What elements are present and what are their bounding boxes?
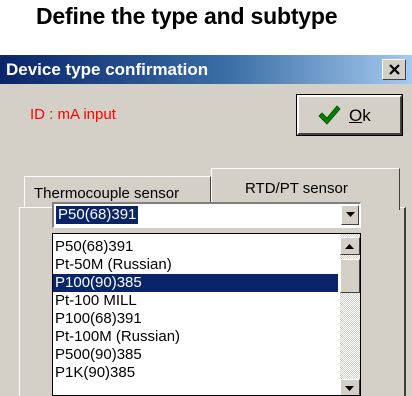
list-item[interactable]: Pt-100 MILL xyxy=(53,292,338,310)
scrollbar-thumb[interactable] xyxy=(340,259,360,293)
ok-button-label: Ok xyxy=(349,106,371,125)
ok-button[interactable]: Ok xyxy=(296,94,403,136)
tab-label: Thermocouple sensor xyxy=(34,185,180,202)
sensor-type-listbox[interactable]: P50(68)391 Pt-50M (Russian) P100(90)385 … xyxy=(52,233,361,396)
tab-label: RTD/PT sensor xyxy=(245,180,348,197)
chevron-down-icon xyxy=(346,212,355,217)
chevron-up-icon xyxy=(345,244,354,249)
scroll-down-button[interactable] xyxy=(340,379,360,395)
scroll-up-button[interactable] xyxy=(340,237,360,255)
list-item-selected[interactable]: P100(90)385 xyxy=(53,274,338,292)
list-item[interactable]: P100(68)391 xyxy=(53,310,338,328)
combobox-dropdown-button[interactable] xyxy=(341,205,359,225)
list-item[interactable]: P500(90)385 xyxy=(53,346,338,364)
sensor-type-combobox[interactable]: P50(68)391 xyxy=(52,202,361,228)
device-id-text: ID : mA input xyxy=(30,106,116,123)
combobox-value: P50(68)391 xyxy=(54,205,140,225)
list-item[interactable]: P1K(90)385 xyxy=(53,364,338,382)
checkmark-icon xyxy=(318,105,341,125)
dialog-titlebar[interactable]: Device type confirmation xyxy=(0,55,412,84)
list-scrollbar[interactable] xyxy=(340,234,360,395)
dialog-title: Device type confirmation xyxy=(6,60,209,79)
list-items: P50(68)391 Pt-50M (Russian) P100(90)385 … xyxy=(53,238,338,382)
close-button[interactable] xyxy=(382,59,406,80)
close-icon xyxy=(389,64,400,75)
list-item[interactable]: Pt-100M (Russian) xyxy=(53,328,338,346)
chevron-down-icon xyxy=(345,386,354,391)
page-heading: Define the type and subtype xyxy=(36,3,338,29)
list-item[interactable]: Pt-50M (Russian) xyxy=(53,256,338,274)
list-item[interactable]: P50(68)391 xyxy=(53,238,338,256)
